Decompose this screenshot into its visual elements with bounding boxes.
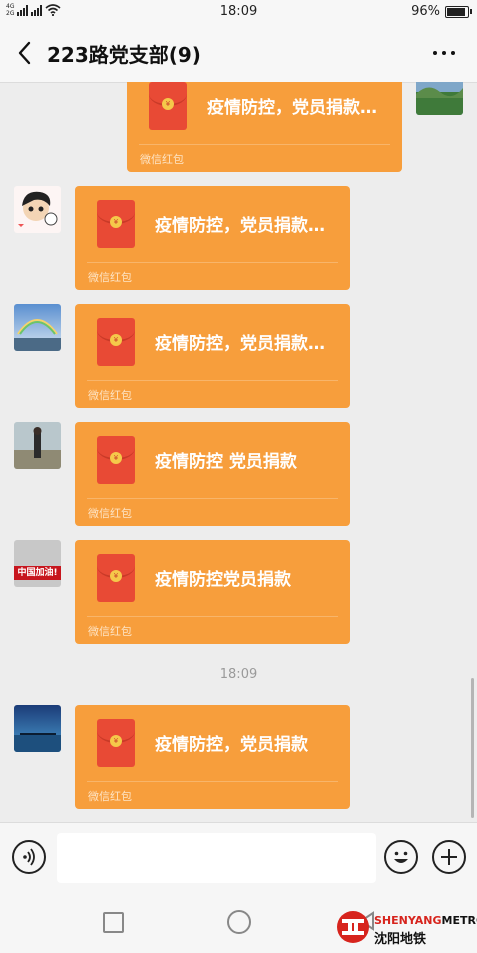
member-avatar[interactable] — [14, 186, 61, 233]
avatar-caption: 中国加油! — [14, 566, 61, 580]
metro-logo-icon — [337, 911, 369, 943]
watermark-logo: SHENYANGMETRO 沈阳地铁 — [334, 910, 477, 950]
member-avatar[interactable] — [14, 705, 61, 752]
red-packet-icon: ¥ — [97, 436, 135, 484]
red-packet-title: 疫情防控，党员捐款 — [155, 735, 308, 755]
red-packet-icon: ¥ — [97, 318, 135, 366]
back-icon[interactable] — [14, 39, 38, 67]
more-options-icon[interactable] — [433, 44, 457, 62]
scrollbar[interactable] — [471, 678, 474, 818]
battery-icon — [445, 5, 472, 18]
red-packet-label: 微信红包 — [88, 790, 132, 803]
red-packet-message[interactable]: ¥ 疫情防控 党员捐款 微信红包 — [75, 422, 350, 526]
chat-title: 223路党支部(9) — [47, 43, 201, 67]
red-packet-label: 微信红包 — [88, 625, 132, 638]
red-packet-message[interactable]: ¥ 疫情防控党员捐款 微信红包 — [75, 540, 350, 644]
red-packet-icon: ¥ — [149, 82, 187, 130]
message-timestamp: 18:09 — [219, 667, 258, 682]
recent-apps-icon[interactable] — [103, 912, 124, 933]
red-packet-icon: ¥ — [97, 719, 135, 767]
red-packet-message[interactable]: ¥ 疫情防控，党员捐款… 微信红包 — [75, 186, 350, 290]
red-packet-title: 疫情防控 党员捐款 — [155, 452, 297, 472]
red-packet-label: 微信红包 — [140, 153, 184, 166]
home-icon[interactable] — [227, 910, 251, 934]
red-packet-icon: ¥ — [97, 554, 135, 602]
message-input[interactable] — [57, 833, 376, 883]
member-avatar[interactable] — [14, 422, 61, 469]
red-packet-message[interactable]: ¥ 疫情防控，党员捐款… 微信红包 — [127, 82, 402, 172]
red-packet-title: 疫情防控党员捐款 — [155, 570, 291, 590]
battery-percent: 96% — [411, 4, 440, 19]
red-packet-icon: ¥ — [97, 200, 135, 248]
input-bar — [0, 822, 477, 891]
clock: 18:09 — [219, 4, 258, 19]
message-list[interactable]: ¥ 疫情防控，党员捐款… 微信红包 ¥ 疫情防控，党员捐款… 微信红包 ¥ 疫情… — [0, 82, 477, 822]
red-packet-title: 疫情防控，党员捐款… — [155, 216, 325, 236]
red-packet-message[interactable]: ¥ 疫情防控，党员捐款… 微信红包 — [75, 304, 350, 408]
chat-header: 223路党支部(9) — [0, 24, 477, 83]
red-packet-message[interactable]: ¥ 疫情防控，党员捐款 微信红包 — [75, 705, 350, 809]
my-avatar[interactable] — [416, 82, 463, 115]
system-navigation: SHENYANGMETRO 沈阳地铁 — [0, 890, 477, 953]
plus-icon[interactable] — [432, 840, 466, 874]
watermark-cn: 沈阳地铁 — [374, 932, 427, 947]
red-packet-title: 疫情防控，党员捐款… — [207, 98, 377, 118]
watermark-en: SHENYANGMETRO — [374, 914, 477, 927]
red-packet-title: 疫情防控，党员捐款… — [155, 334, 325, 354]
member-avatar[interactable] — [14, 304, 61, 351]
voice-icon[interactable] — [12, 840, 46, 874]
red-packet-label: 微信红包 — [88, 389, 132, 402]
emoji-icon[interactable] — [384, 840, 418, 874]
red-packet-label: 微信红包 — [88, 507, 132, 520]
red-packet-label: 微信红包 — [88, 271, 132, 284]
member-avatar[interactable]: 中国加油! — [14, 540, 61, 587]
status-bar: 4G 2G 18:09 96% — [0, 0, 477, 24]
